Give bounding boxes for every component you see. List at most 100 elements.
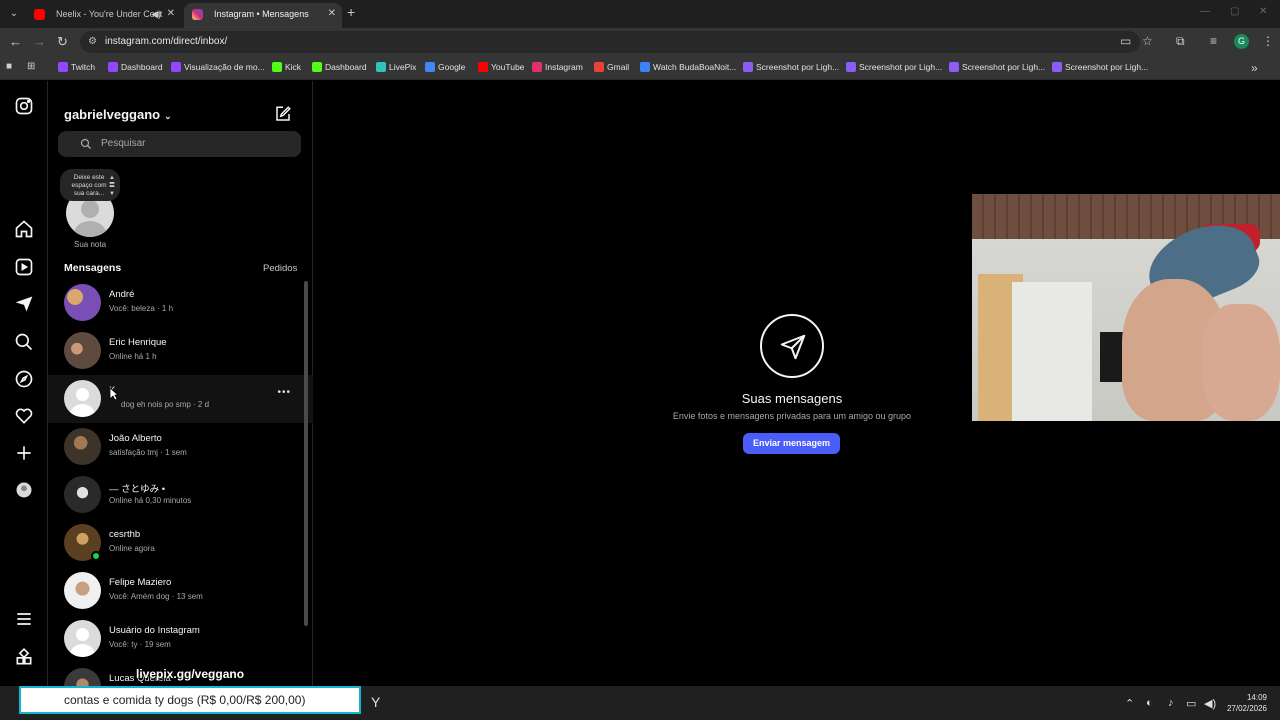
bookmark-item[interactable]: Watch BudaBoaNoit... xyxy=(640,61,736,73)
speaker-icon[interactable]: ◀) xyxy=(151,3,161,25)
profile-icon[interactable] xyxy=(14,480,34,500)
bookmark-item[interactable]: Screenshot por Ligh... xyxy=(846,61,942,73)
conversation-item[interactable]: cesrthb Online agora xyxy=(48,519,313,567)
more-options-icon[interactable]: ••• xyxy=(277,387,291,398)
bookmark-item[interactable]: Screenshot por Ligh... xyxy=(743,61,839,73)
apps-grid-icon[interactable]: ⊞ xyxy=(27,61,35,72)
account-switcher[interactable]: gabrielveggano ⌄ xyxy=(64,107,172,122)
back-icon[interactable]: ← xyxy=(9,34,22,49)
sidebar-icon[interactable]: ■ xyxy=(6,61,12,72)
new-message-icon[interactable] xyxy=(274,105,292,123)
messages-icon[interactable] xyxy=(14,294,34,314)
conversation-name: João Alberto xyxy=(109,433,162,444)
create-plus-icon[interactable] xyxy=(14,443,34,463)
instagram-logo-icon[interactable] xyxy=(14,96,34,116)
empty-state-title: Suas mensagens xyxy=(741,391,843,406)
bookmark-favicon-icon xyxy=(425,62,435,72)
reels-icon[interactable] xyxy=(14,257,34,277)
bookmark-item[interactable]: YouTube xyxy=(478,61,524,73)
conversation-name: Usuário do Instagram xyxy=(109,625,200,636)
instagram-favicon-icon xyxy=(192,9,203,20)
bookmark-item[interactable]: Screenshot por Ligh... xyxy=(1052,61,1148,73)
conversation-item[interactable]: André Você: beleza · 1 h xyxy=(48,279,313,327)
volume-icon[interactable]: ◀) xyxy=(1204,697,1216,710)
conversation-item[interactable]: João Alberto satisfação tmj · 1 sem xyxy=(48,423,313,471)
bookmark-item[interactable]: Twitch xyxy=(58,61,95,73)
bookmark-item[interactable]: Google xyxy=(425,61,465,73)
system-clock[interactable]: 14:09 27/02/2026 xyxy=(1225,692,1267,714)
note-bubble[interactable]: Deixe este espaço com sua cara... ▲ 〓 ▼ xyxy=(60,169,120,201)
browser-tab-bar: ⌄ Neelix - You're Under Cont ◀) ✕ Instag… xyxy=(0,0,1280,28)
bookmark-item[interactable]: Instagram xyxy=(532,61,583,73)
bookmark-favicon-icon xyxy=(594,62,604,72)
search-icon[interactable] xyxy=(14,332,34,352)
menu-hamburger-icon[interactable] xyxy=(14,609,34,629)
network-icon[interactable]: ▭ xyxy=(1186,697,1196,710)
conversation-item[interactable]: Felipe Maziero Você: Amém dog · 13 sem xyxy=(48,567,313,615)
note-bubble-text: Deixe este espaço com sua cara... xyxy=(71,174,107,197)
extensions-icon[interactable]: ⧉ xyxy=(1176,34,1185,49)
online-status-dot xyxy=(91,551,101,561)
conversation-item[interactable]: Eric Henrique Online há 1 h xyxy=(48,327,313,375)
avatar xyxy=(64,428,101,465)
note-label: Sua nota xyxy=(73,240,107,249)
close-tab-icon[interactable]: ✕ xyxy=(328,3,336,25)
donation-goal-bar: contas e comida ty dogs (R$ 0,00/R$ 200,… xyxy=(19,686,361,714)
forward-icon[interactable]: → xyxy=(33,34,46,49)
bookmarks-overflow-icon[interactable]: » xyxy=(1251,61,1258,75)
url-bar[interactable]: ⚙ instagram.com/direct/inbox/ xyxy=(80,31,1140,53)
microphone-icon[interactable]: ♪ xyxy=(1168,697,1174,709)
bookmark-item[interactable]: Dashboard xyxy=(108,61,163,73)
search-input[interactable]: Pesquisar xyxy=(58,131,301,157)
bookmark-favicon-icon xyxy=(846,62,856,72)
bookmark-favicon-icon xyxy=(108,62,118,72)
media-icon[interactable]: ≡ xyxy=(1210,34,1217,48)
conversation-preview: dog eh nois po smp · 2 d xyxy=(121,400,210,409)
app-y-icon[interactable]: Y xyxy=(371,694,380,710)
tab-search-icon[interactable]: ⌄ xyxy=(6,6,22,22)
avatar xyxy=(64,668,101,686)
bookmark-favicon-icon xyxy=(640,62,650,72)
bookmark-favicon-icon xyxy=(743,62,753,72)
conversation-item[interactable]: Usuário do Instagram Você: ty · 19 sem xyxy=(48,615,313,663)
minimize-icon[interactable]: — xyxy=(1200,6,1210,17)
profile-avatar[interactable]: G xyxy=(1234,34,1249,49)
bookmark-item[interactable]: Visualização de mo... xyxy=(171,61,265,73)
clock-time: 14:09 xyxy=(1246,693,1267,702)
browser-menu-icon[interactable]: ⋮ xyxy=(1262,34,1274,48)
conversation-item[interactable]: — さとゆみ • Online há 0,30 minutos xyxy=(48,471,313,519)
mouse-cursor-icon xyxy=(109,387,119,401)
reload-icon[interactable]: ↻ xyxy=(57,34,68,50)
close-tab-icon[interactable]: ✕ xyxy=(167,3,175,25)
bookmark-item[interactable]: LivePix xyxy=(376,61,416,73)
tray-chevron-up-icon[interactable]: ⌃ xyxy=(1125,697,1134,710)
conversation-scrollbar[interactable] xyxy=(304,281,308,626)
site-info-icon[interactable]: ⚙ xyxy=(88,31,97,53)
cast-icon[interactable]: ▭ xyxy=(1120,34,1131,48)
new-tab-icon[interactable]: + xyxy=(347,4,355,20)
explore-icon[interactable] xyxy=(14,369,34,389)
bookmark-item[interactable]: Screenshot por Ligh... xyxy=(949,61,1045,73)
close-window-icon[interactable]: ✕ xyxy=(1259,6,1267,17)
bookmark-favicon-icon xyxy=(171,62,181,72)
bookmark-label: Dashboard xyxy=(325,62,367,72)
conversation-preview: satisfação tmj · 1 sem xyxy=(109,448,187,457)
requests-link[interactable]: Pedidos xyxy=(263,263,297,274)
bookmark-item[interactable]: Dashboard xyxy=(312,61,367,73)
conversation-item-hovered[interactable]: K dog eh nois po smp · 2 d ••• xyxy=(48,375,313,423)
bookmark-star-icon[interactable]: ☆ xyxy=(1142,34,1153,48)
home-icon[interactable] xyxy=(14,219,34,239)
clock-date: 27/02/2026 xyxy=(1226,704,1267,713)
send-message-button[interactable]: Enviar mensagem xyxy=(743,433,840,454)
tab-instagram[interactable]: Instagram • Mensagens ✕ xyxy=(184,3,342,28)
notifications-heart-icon[interactable] xyxy=(14,406,34,426)
conversation-name: Felipe Maziero xyxy=(109,577,172,588)
tab-youtube[interactable]: Neelix - You're Under Cont ◀) ✕ xyxy=(26,3,181,28)
meta-apps-icon[interactable] xyxy=(14,647,34,667)
maximize-icon[interactable]: ▢ xyxy=(1230,6,1239,17)
send-message-circle-icon xyxy=(760,314,824,378)
bookmark-item[interactable]: Gmail xyxy=(594,61,629,73)
tray-app-icon[interactable]: ◐ xyxy=(1146,697,1153,709)
youtube-favicon-icon xyxy=(34,9,45,20)
bookmark-item[interactable]: Kick xyxy=(272,61,301,73)
